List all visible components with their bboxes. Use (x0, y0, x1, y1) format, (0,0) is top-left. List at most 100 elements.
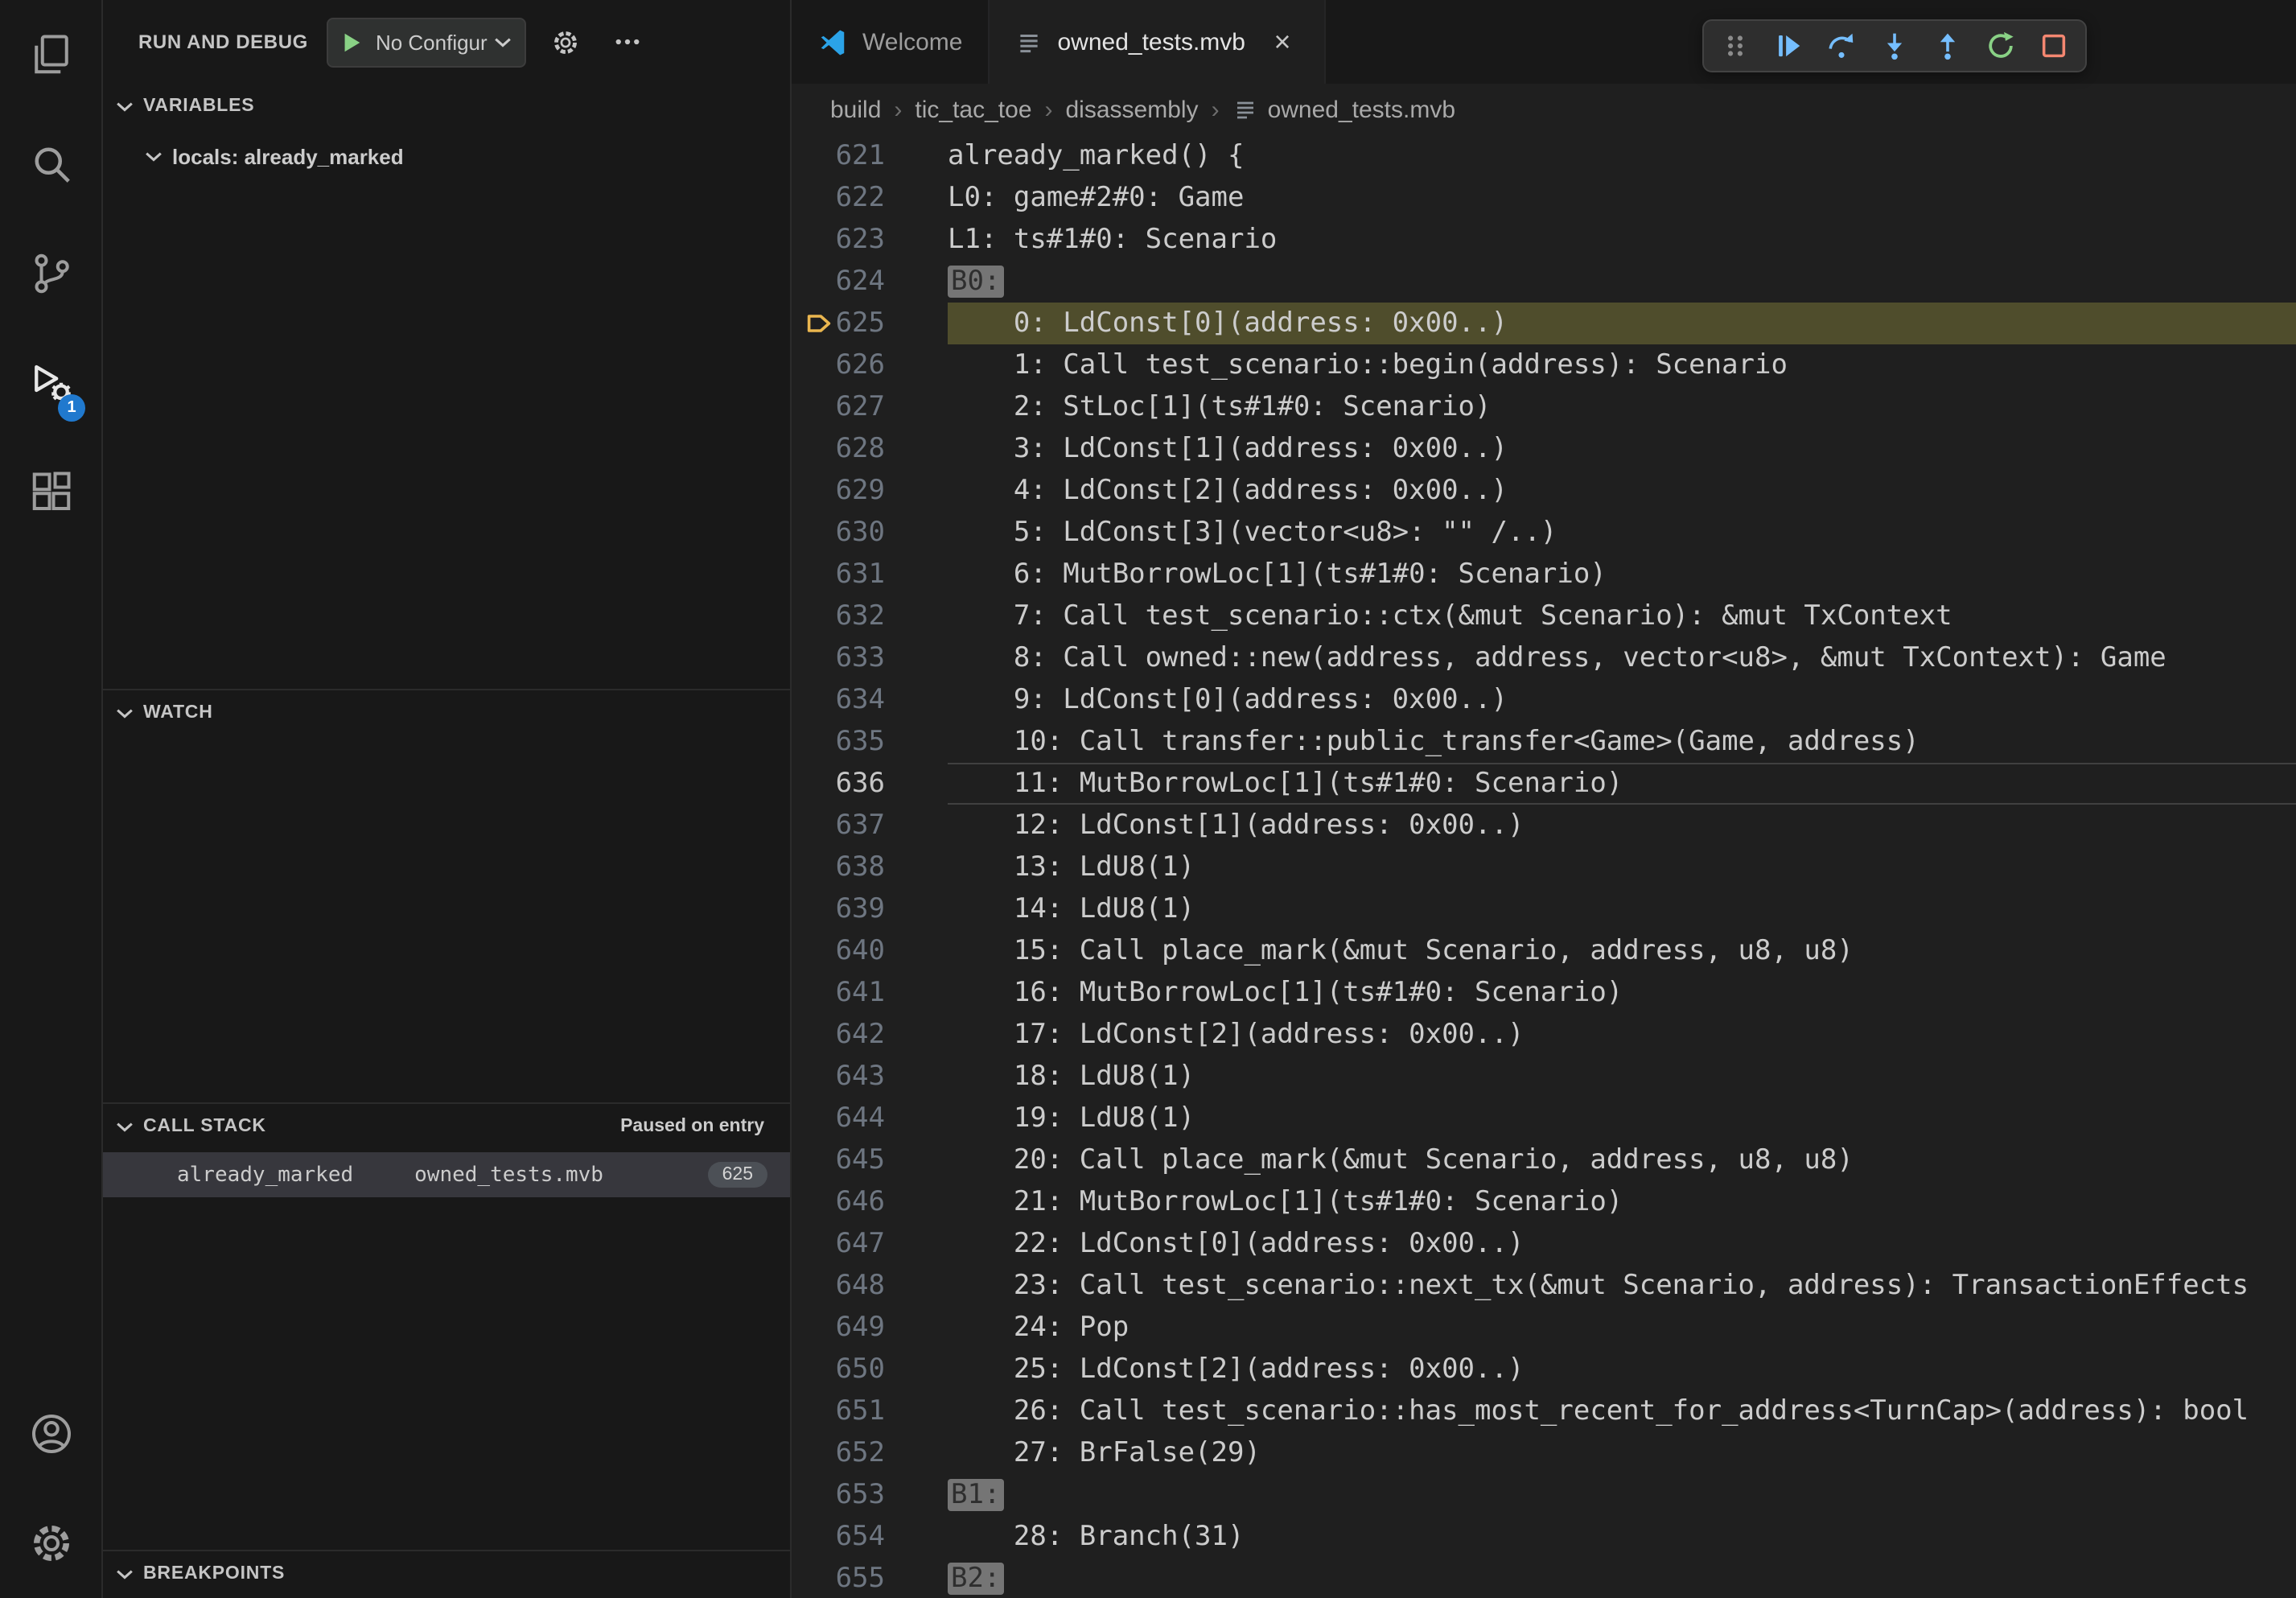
line-gutter[interactable]: 644 (792, 1098, 948, 1139)
line-gutter[interactable]: 629 (792, 470, 948, 512)
line-gutter[interactable]: 641 (792, 972, 948, 1014)
more-actions-icon[interactable] (607, 21, 648, 63)
line-gutter[interactable]: 626 (792, 344, 948, 386)
activity-extensions[interactable] (0, 438, 101, 547)
code-line[interactable]: 624 B0: (792, 261, 2296, 303)
code-line[interactable]: 646 21: MutBorrowLoc[1](ts#1#0: Scenario… (792, 1181, 2296, 1223)
line-content[interactable]: 10: Call transfer::public_transfer<Game>… (948, 721, 2296, 763)
breadcrumb-item[interactable]: build (830, 96, 881, 123)
code-line[interactable]: 632 7: Call test_scenario::ctx(&mut Scen… (792, 595, 2296, 637)
line-gutter[interactable]: 648 (792, 1265, 948, 1307)
code-line[interactable]: 644 19: LdU8(1) (792, 1098, 2296, 1139)
activity-account[interactable] (0, 1379, 101, 1489)
activity-settings[interactable] (0, 1489, 101, 1598)
line-content[interactable]: L1: ts#1#0: Scenario (948, 219, 2296, 261)
code-line[interactable]: 655 B2: (792, 1558, 2296, 1598)
breadcrumb-file[interactable]: owned_tests.mvb (1232, 96, 1455, 123)
watch-section-header[interactable]: WATCH (103, 690, 790, 735)
line-gutter[interactable]: 628 (792, 428, 948, 470)
line-content[interactable]: 25: LdConst[2](address: 0x00..) (948, 1349, 2296, 1390)
activity-explorer[interactable] (0, 0, 101, 109)
activity-source-control[interactable] (0, 219, 101, 328)
line-content[interactable]: 17: LdConst[2](address: 0x00..) (948, 1014, 2296, 1056)
line-gutter[interactable]: 646 (792, 1181, 948, 1223)
code-line[interactable]: 630 5: LdConst[3](vector<u8>: "" /..) (792, 512, 2296, 554)
code-line[interactable]: 651 26: Call test_scenario::has_most_rec… (792, 1390, 2296, 1432)
line-content[interactable]: 0: LdConst[0](address: 0x00..) (948, 303, 2296, 344)
code-line[interactable]: 647 22: LdConst[0](address: 0x00..) (792, 1223, 2296, 1265)
stop-button[interactable] (2029, 23, 2079, 69)
line-content[interactable]: 12: LdConst[1](address: 0x00..) (948, 805, 2296, 846)
line-content[interactable]: 26: Call test_scenario::has_most_recent_… (948, 1390, 2296, 1432)
code-line[interactable]: 629 4: LdConst[2](address: 0x00..) (792, 470, 2296, 512)
line-gutter[interactable]: 627 (792, 386, 948, 428)
line-gutter[interactable]: 638 (792, 846, 948, 888)
line-gutter[interactable]: 636 (792, 763, 948, 805)
line-gutter[interactable]: 649 (792, 1307, 948, 1349)
code-line[interactable]: 633 8: Call owned::new(address, address,… (792, 637, 2296, 679)
code-line[interactable]: 641 16: MutBorrowLoc[1](ts#1#0: Scenario… (792, 972, 2296, 1014)
line-content[interactable]: L0: game#2#0: Game (948, 177, 2296, 219)
code-line[interactable]: 621 already_marked() { (792, 135, 2296, 177)
code-line[interactable]: 650 25: LdConst[2](address: 0x00..) (792, 1349, 2296, 1390)
line-gutter[interactable]: 640 (792, 930, 948, 972)
line-content[interactable]: 2: StLoc[1](ts#1#0: Scenario) (948, 386, 2296, 428)
line-gutter[interactable]: 632 (792, 595, 948, 637)
line-gutter[interactable]: 654 (792, 1516, 948, 1558)
line-content[interactable]: 27: BrFalse(29) (948, 1432, 2296, 1474)
start-debug-icon[interactable] (340, 30, 364, 54)
line-content[interactable]: 5: LdConst[3](vector<u8>: "" /..) (948, 512, 2296, 554)
breadcrumb-item[interactable]: disassembly (1066, 96, 1199, 123)
line-gutter[interactable]: 621 (792, 135, 948, 177)
stack-frame-row[interactable]: already_marked owned_tests.mvb 625 (103, 1152, 790, 1197)
code-line[interactable]: 645 20: Call place_mark(&mut Scenario, a… (792, 1139, 2296, 1181)
line-content[interactable]: 28: Branch(31) (948, 1516, 2296, 1558)
code-line[interactable]: 654 28: Branch(31) (792, 1516, 2296, 1558)
line-gutter[interactable]: 634 (792, 679, 948, 721)
line-gutter[interactable]: 635 (792, 721, 948, 763)
line-gutter[interactable]: 647 (792, 1223, 948, 1265)
step-into-button[interactable] (1870, 23, 1920, 69)
code-line[interactable]: 640 15: Call place_mark(&mut Scenario, a… (792, 930, 2296, 972)
line-content[interactable]: 23: Call test_scenario::next_tx(&mut Sce… (948, 1265, 2296, 1307)
code-line[interactable]: 636 11: MutBorrowLoc[1](ts#1#0: Scenario… (792, 763, 2296, 805)
activity-search[interactable] (0, 109, 101, 219)
restart-button[interactable] (1976, 23, 2026, 69)
line-content[interactable]: 18: LdU8(1) (948, 1056, 2296, 1098)
call-stack-section-header[interactable]: CALL STACK Paused on entry (103, 1104, 790, 1149)
line-gutter[interactable]: 633 (792, 637, 948, 679)
line-gutter[interactable]: 624 (792, 261, 948, 303)
code-line[interactable]: 648 23: Call test_scenario::next_tx(&mut… (792, 1265, 2296, 1307)
code-line[interactable]: 637 12: LdConst[1](address: 0x00..) (792, 805, 2296, 846)
line-content[interactable]: 22: LdConst[0](address: 0x00..) (948, 1223, 2296, 1265)
line-gutter[interactable]: 622 (792, 177, 948, 219)
code-line[interactable]: 639 14: LdU8(1) (792, 888, 2296, 930)
activity-run-and-debug[interactable]: 1 (0, 328, 101, 438)
debug-settings-gear-icon[interactable] (545, 21, 587, 63)
line-content[interactable]: 8: Call owned::new(address, address, vec… (948, 637, 2296, 679)
tab-welcome[interactable]: Welcome (792, 0, 990, 84)
line-gutter[interactable]: 650 (792, 1349, 948, 1390)
code-line[interactable]: 627 2: StLoc[1](ts#1#0: Scenario) (792, 386, 2296, 428)
line-content[interactable]: 3: LdConst[1](address: 0x00..) (948, 428, 2296, 470)
line-gutter[interactable]: 645 (792, 1139, 948, 1181)
breadcrumb-item[interactable]: tic_tac_toe (915, 96, 1031, 123)
step-over-button[interactable] (1817, 23, 1866, 69)
code-line[interactable]: 649 24: Pop (792, 1307, 2296, 1349)
code-line[interactable]: 642 17: LdConst[2](address: 0x00..) (792, 1014, 2296, 1056)
breakpoints-section-header[interactable]: BREAKPOINTS (103, 1551, 790, 1596)
line-gutter[interactable]: 639 (792, 888, 948, 930)
line-content[interactable]: 21: MutBorrowLoc[1](ts#1#0: Scenario) (948, 1181, 2296, 1223)
line-content[interactable]: 24: Pop (948, 1307, 2296, 1349)
line-content[interactable]: 16: MutBorrowLoc[1](ts#1#0: Scenario) (948, 972, 2296, 1014)
code-line[interactable]: 638 13: LdU8(1) (792, 846, 2296, 888)
line-content[interactable]: already_marked() { (948, 135, 2296, 177)
line-content[interactable]: 20: Call place_mark(&mut Scenario, addre… (948, 1139, 2296, 1181)
code-line[interactable]: 653 B1: (792, 1474, 2296, 1516)
line-content[interactable]: 4: LdConst[2](address: 0x00..) (948, 470, 2296, 512)
line-content[interactable]: B2: (948, 1558, 2296, 1598)
variables-locals-row[interactable]: locals: already_marked (103, 135, 790, 177)
toolbar-drag-handle[interactable] (1710, 23, 1760, 69)
code-line[interactable]: 628 3: LdConst[1](address: 0x00..) (792, 428, 2296, 470)
code-line[interactable]: 622 L0: game#2#0: Game (792, 177, 2296, 219)
